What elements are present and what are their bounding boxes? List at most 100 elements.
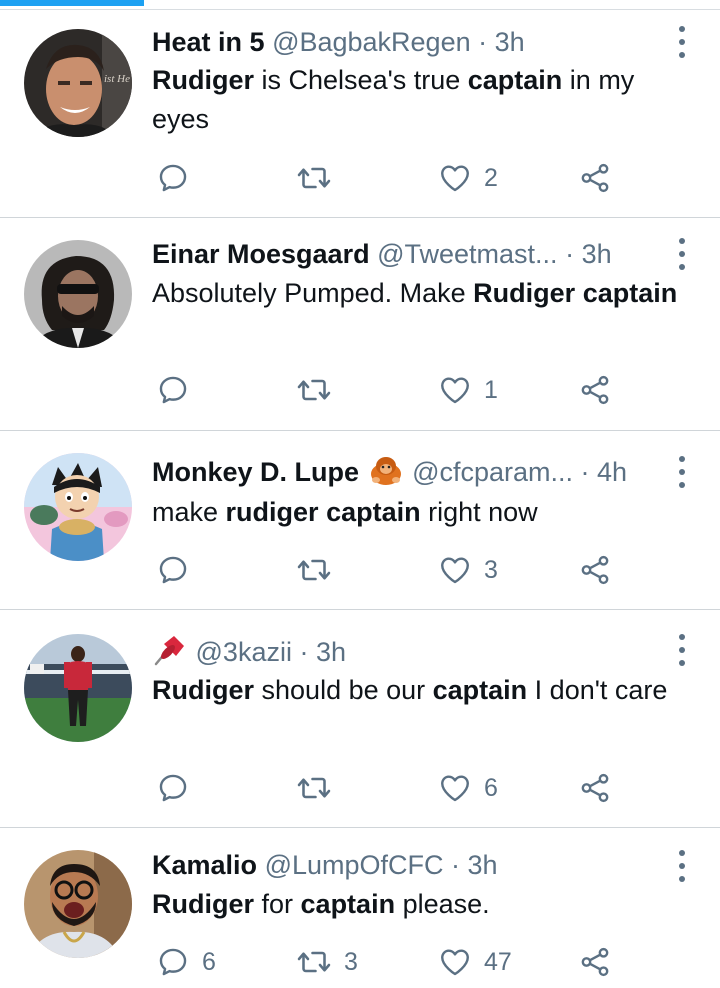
tweet-2[interactable]: Einar Moesgaard @Tweetmast... · 3h Absol… — [0, 218, 720, 431]
tweet-header: Kamalio @LumpOfCFC · 3h — [152, 847, 660, 883]
share-button[interactable] — [578, 942, 612, 982]
highlighted-keyword: captain — [582, 278, 678, 308]
tweet-5[interactable]: Kamalio @LumpOfCFC · 3h Rudiger for capt… — [0, 828, 720, 988]
like-count: 1 — [484, 375, 498, 404]
timestamp[interactable]: 4h — [597, 457, 627, 487]
reply-button[interactable] — [156, 370, 202, 410]
more-vertical-icon[interactable] — [672, 850, 692, 882]
like-count: 6 — [484, 773, 498, 802]
author-name[interactable]: Einar Moesgaard — [152, 239, 370, 269]
author-handle[interactable]: @cfcparam... — [412, 457, 573, 487]
author-handle[interactable]: @BagbakRegen — [272, 27, 471, 57]
heart-icon — [441, 165, 469, 192]
reply-button[interactable] — [156, 550, 202, 590]
highlighted-keyword: Rudiger — [152, 889, 255, 919]
separator-dot: · — [470, 27, 495, 57]
retweet-icon — [297, 167, 331, 189]
tweet-text-segment: Absolutely Pumped. Make — [152, 278, 474, 308]
share-icon — [581, 555, 609, 585]
reply-count: 6 — [202, 947, 216, 976]
heart-icon — [441, 775, 469, 802]
reply-button[interactable] — [156, 768, 202, 808]
reply-button[interactable]: 6 — [156, 942, 216, 982]
retweet-icon — [297, 379, 331, 401]
more-vertical-icon[interactable] — [672, 238, 692, 270]
highlighted-keyword: rudiger — [225, 497, 319, 527]
like-button[interactable]: 3 — [438, 550, 498, 590]
retweet-count: 3 — [344, 947, 358, 976]
like-count: 2 — [484, 163, 498, 192]
author-handle[interactable]: @3kazii — [196, 637, 292, 667]
tweet-3[interactable]: Monkey D. Lupe @cfcparam... · 4h make ru… — [0, 431, 720, 610]
tweet-1[interactable]: ist He Heat in 5 @BagbakRegen · 3h Rudig… — [0, 10, 720, 218]
reply-icon — [159, 948, 187, 976]
highlighted-keyword: Rudiger — [473, 278, 576, 308]
heart-icon — [441, 377, 469, 404]
tweet-text-segment — [319, 497, 327, 527]
tweet-text-segment: right now — [420, 497, 538, 527]
more-vertical-icon[interactable] — [672, 634, 692, 666]
highlighted-keyword: captain — [300, 889, 396, 919]
like-button[interactable]: 1 — [438, 370, 498, 410]
retweet-button[interactable] — [296, 370, 344, 410]
highlighted-keyword: captain — [432, 675, 528, 705]
tweet-text-segment: should be our — [254, 675, 433, 705]
pushpin-emoji — [152, 634, 188, 670]
heart-icon — [441, 949, 469, 976]
share-icon — [581, 163, 609, 193]
share-button[interactable] — [578, 768, 612, 808]
like-button[interactable]: 47 — [438, 942, 512, 982]
author-handle[interactable]: @LumpOfCFC — [265, 850, 444, 880]
share-icon — [581, 375, 609, 405]
tweet-4[interactable]: @3kazii · 3h Rudiger should be our capta… — [0, 610, 720, 828]
author-handle[interactable]: @Tweetmast... — [377, 239, 557, 269]
share-button[interactable] — [578, 370, 612, 410]
avatar[interactable] — [24, 453, 132, 561]
retweet-icon — [297, 777, 331, 799]
share-icon — [581, 947, 609, 977]
separator-dot: · — [557, 239, 582, 269]
separator-dot: · — [573, 457, 598, 487]
reply-button[interactable] — [156, 158, 202, 198]
retweet-button[interactable]: 3 — [296, 942, 358, 982]
avatar[interactable]: ist He — [24, 29, 132, 137]
like-button[interactable]: 2 — [438, 158, 498, 198]
tweet-text: make rudiger captain right now — [152, 493, 692, 532]
timestamp[interactable]: 3h — [582, 239, 612, 269]
timestamp[interactable]: 3h — [468, 850, 498, 880]
tweet-actions: 6 — [152, 768, 632, 808]
avatar[interactable] — [24, 634, 132, 742]
avatar[interactable] — [24, 850, 132, 958]
heart-icon — [441, 557, 469, 584]
tweet-text: Rudiger for captain please. — [152, 885, 692, 924]
retweet-icon — [297, 559, 331, 581]
retweet-button[interactable] — [296, 768, 344, 808]
author-name[interactable]: Kamalio — [152, 850, 257, 880]
like-button[interactable]: 6 — [438, 768, 498, 808]
tweet-header: @3kazii · 3h — [152, 634, 660, 670]
tab-active-indicator — [0, 0, 144, 6]
reply-icon — [159, 164, 187, 192]
share-icon — [581, 773, 609, 803]
tweet-text-segment: is Chelsea's true — [254, 65, 468, 95]
author-name[interactable]: Monkey D. Lupe — [152, 457, 359, 487]
tweet-text: Rudiger is Chelsea's true captain in my … — [152, 61, 692, 139]
retweet-button[interactable] — [296, 550, 344, 590]
author-name[interactable]: Heat in 5 — [152, 27, 265, 57]
share-button[interactable] — [578, 550, 612, 590]
orangutan-emoji — [367, 454, 405, 490]
more-vertical-icon[interactable] — [672, 456, 692, 488]
tweet-header: Monkey D. Lupe @cfcparam... · 4h — [152, 454, 660, 490]
more-vertical-icon[interactable] — [672, 26, 692, 58]
tweet-header: Einar Moesgaard @Tweetmast... · 3h — [152, 236, 660, 272]
reply-icon — [159, 556, 187, 584]
retweet-button[interactable] — [296, 158, 344, 198]
highlighted-keyword: Rudiger — [152, 675, 255, 705]
avatar[interactable] — [24, 240, 132, 348]
share-button[interactable] — [578, 158, 612, 198]
tweet-actions: 3 — [152, 550, 632, 590]
tweet-actions: 2 — [152, 158, 632, 198]
timestamp[interactable]: 3h — [495, 27, 525, 57]
tweet-actions: 6 3 47 — [152, 942, 632, 982]
timestamp[interactable]: 3h — [316, 637, 346, 667]
